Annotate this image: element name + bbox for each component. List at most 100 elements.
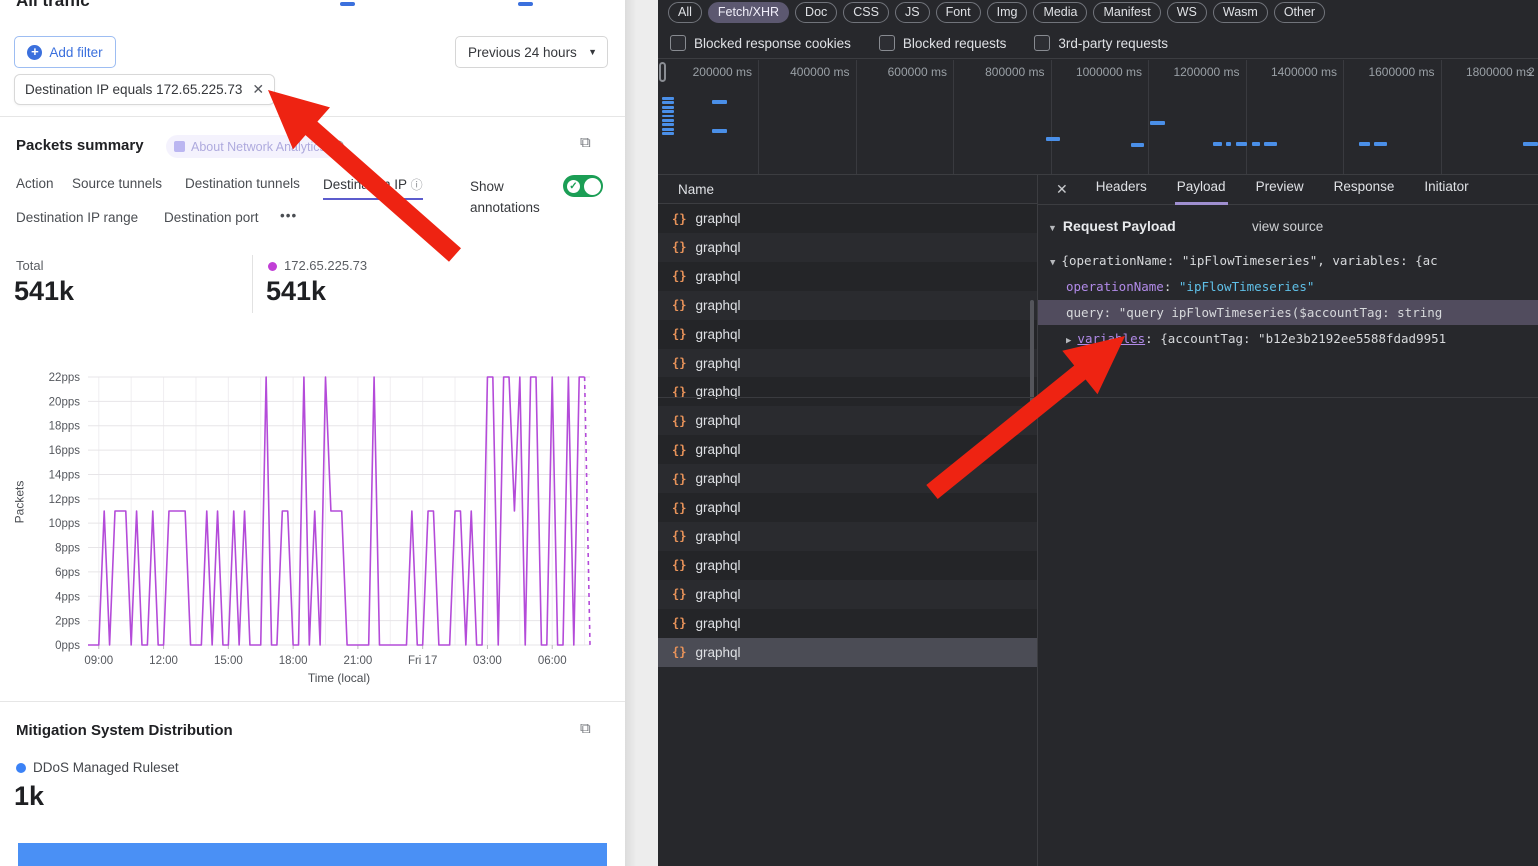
triangle-down-icon: ▼ [1048,223,1057,233]
expand-card-icon[interactable]: ⧉ [580,134,591,151]
timeline-request-mark [662,115,674,118]
timeline-tick-label: 1800000 ms [1442,65,1532,79]
svg-text:18pps: 18pps [49,421,81,433]
request-row[interactable]: {}graphql [658,580,1037,609]
requests-column-header[interactable]: Name [658,175,1037,204]
tab-initiator[interactable]: Initiator [1422,174,1470,205]
page-title: All traffic [16,0,90,11]
request-row[interactable]: {} graphql [658,204,1037,233]
request-row[interactable]: {}graphql [658,406,1037,435]
info-icon[interactable]: ⓘ [411,178,423,192]
close-icon[interactable]: ✕ [1056,181,1068,198]
tab-destination-ip[interactable]: Destination IP ⓘ [323,176,423,200]
timeline-request-mark [662,110,674,113]
request-row[interactable]: {}graphql [658,638,1037,667]
triangle-down-icon[interactable]: ▼ [1050,258,1055,268]
tab-source-tunnels[interactable]: Source tunnels [72,176,162,191]
tab-destination-tunnels[interactable]: Destination tunnels [185,176,300,191]
timeline-request-mark [712,129,727,133]
request-name: graphql [695,442,740,457]
json-file-icon: {} [672,616,686,630]
triangle-right-icon[interactable]: ▶ [1066,336,1071,346]
request-list-scrollbar[interactable] [1030,300,1034,418]
tab-response[interactable]: Response [1332,174,1397,205]
tab-preview[interactable]: Preview [1254,174,1306,205]
packets-summary-title: Packets summary [16,137,144,154]
payload-line[interactable]: ▶ variables: {accountTag: "b12e3b2192ee55… [1038,326,1538,351]
request-row[interactable]: {}graphql [658,551,1037,580]
request-row[interactable]: {}graphql [658,609,1037,638]
timeline-request-mark [1213,142,1222,146]
svg-text:12pps: 12pps [49,494,81,506]
tab-destination-ip-range[interactable]: Destination IP range [16,210,138,225]
show-annotations-toggle[interactable]: ✓ [563,175,603,197]
tab-destination-port[interactable]: Destination port [164,210,259,225]
payload-token: : "query ipFlowTimeseries($accountTag: s… [1104,305,1443,320]
timeline-request-mark [1374,142,1387,146]
view-source-link[interactable]: view source [1252,219,1323,234]
timeline-tick-label: 200000 ms [662,65,752,79]
request-row[interactable]: {}graphql [658,320,1037,349]
add-filter-button[interactable]: + Add filter [14,36,116,68]
payload-token: "ipFlowTimeseries" [1179,279,1314,294]
request-name: graphql [695,269,740,284]
request-row[interactable]: {}graphql [658,493,1037,522]
request-name: graphql [695,413,740,428]
json-file-icon: {} [672,356,686,370]
panel-gap [625,0,658,866]
tab-payload[interactable]: Payload [1175,174,1228,205]
timeline-request-mark [1523,142,1538,146]
expand-card-icon[interactable]: ⧉ [580,720,591,737]
svg-text:Time (local): Time (local) [308,671,370,685]
about-network-analytics-badge[interactable]: About Network Analytics [166,135,338,158]
tab-headers[interactable]: Headers [1094,174,1149,205]
network-overview-timeline[interactable]: 200000 ms400000 ms600000 ms800000 ms1000… [658,0,1538,174]
divider [0,701,625,702]
payload-line[interactable]: query: "query ipFlowTimeseries($accountT… [1038,300,1538,325]
request-row[interactable]: {}graphql [658,233,1037,262]
remove-filter-icon[interactable]: ✕ [252,81,264,98]
request-name: graphql [695,211,740,226]
mitigation-value: 1k [14,781,44,812]
request-name: graphql [695,356,740,371]
json-file-icon: {} [672,298,686,312]
request-row[interactable]: {}graphql [658,262,1037,291]
time-range-dropdown[interactable]: Previous 24 hours ▼ [455,36,608,68]
tab-action[interactable]: Action [16,176,54,191]
svg-text:0pps: 0pps [55,640,80,652]
filter-chip[interactable]: Destination IP equals 172.65.225.73 ✕ [14,74,275,105]
payload-token: variables [1077,331,1145,346]
toggle-knob [584,178,601,195]
payload-line[interactable]: ▼ {operationName: "ipFlowTimeseries", var… [1038,248,1538,273]
mitigation-legend-label: DDoS Managed Ruleset [33,760,179,775]
request-row[interactable]: {}graphql [658,291,1037,320]
request-row[interactable]: {}graphql [658,522,1037,551]
request-row[interactable]: {}graphql [658,377,1037,406]
request-row[interactable]: {}graphql [658,435,1037,464]
timeline-scroll-nub[interactable] [659,62,666,82]
svg-text:15:00: 15:00 [214,655,243,667]
request-payload-section[interactable]: ▼Request Payload [1048,218,1176,234]
svg-text:03:00: 03:00 [473,655,502,667]
payload-line[interactable]: operationName: "ipFlowTimeseries" [1038,274,1538,299]
request-row[interactable]: {} graphql [658,349,1037,378]
request-row[interactable]: {}graphql [658,464,1037,493]
mitigation-distribution-bar[interactable] [18,843,607,866]
packets-timeseries-chart[interactable]: 0pps2pps4pps6pps8pps10pps12pps14pps16pps… [0,360,625,695]
detail-tabs: Headers Payload Preview Response Initiator [1094,174,1471,205]
request-detail-tabbar: ✕ Headers Payload Preview Response Initiator [1038,175,1538,205]
timeline-request-mark [662,97,674,100]
payload-token: : {accountTag: "b12e3b2192ee5588fdad9951 [1145,331,1446,346]
timeline-tick-label: 1400000 ms [1247,65,1337,79]
svg-text:2pps: 2pps [55,616,80,628]
show-annotations-label: Show annotations [470,176,540,218]
timeline-tick-label: 1600000 ms [1345,65,1435,79]
svg-text:10pps: 10pps [49,518,81,530]
book-icon [174,141,185,152]
stat-ip-label: 172.65.225.73 [284,258,367,273]
payload-token: {operationName: "ipFlowTimeseries", vari… [1061,253,1437,268]
json-file-icon: {} [672,327,686,341]
request-list: {} graphql {} graphql {} graphql {} graphql {} gr… [658,204,1037,866]
json-file-icon: {} [672,212,686,226]
more-tabs-button[interactable]: ••• [280,208,297,223]
